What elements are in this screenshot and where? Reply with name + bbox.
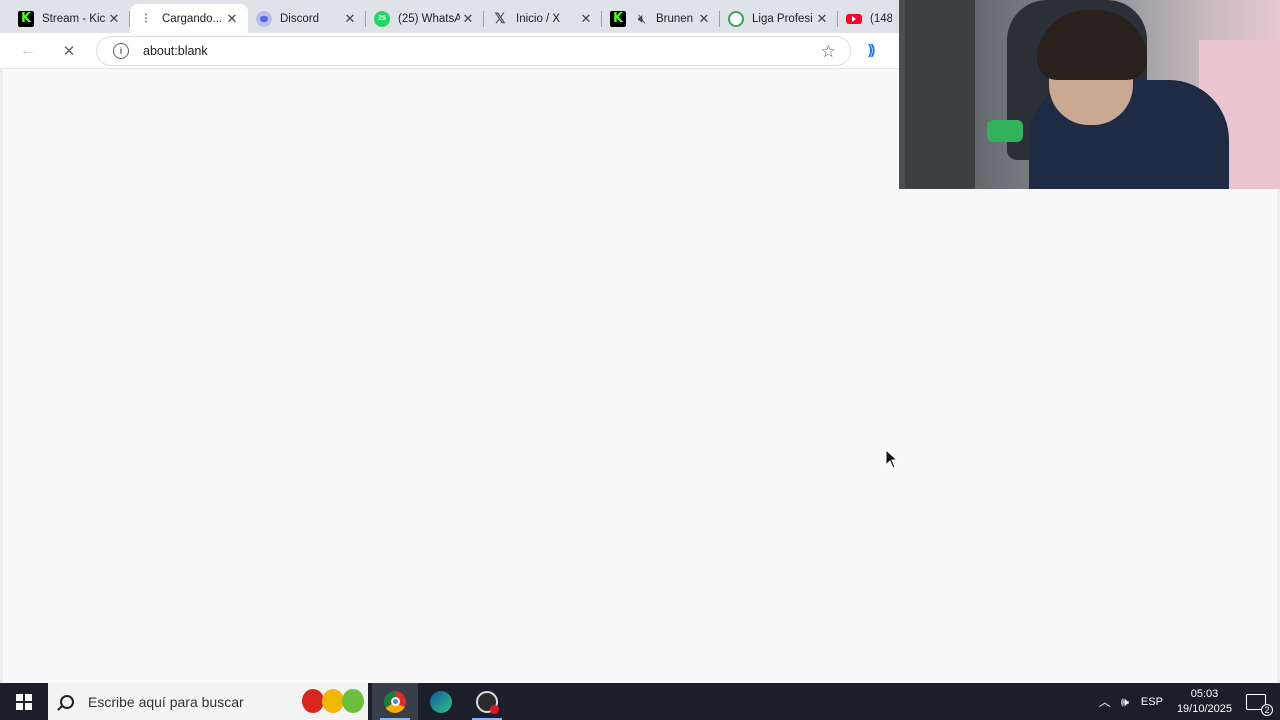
- muted-speaker-icon[interactable]: 🔇︎: [634, 11, 650, 27]
- whatsapp-icon: 25: [374, 10, 390, 27]
- webcam-door: [905, 0, 975, 189]
- windows-logo-icon: [16, 693, 32, 710]
- close-icon[interactable]: ✕: [696, 11, 712, 27]
- discord-icon: [256, 10, 272, 27]
- stop-loading-button[interactable]: ✕: [57, 39, 81, 63]
- volume-icon[interactable]: 🕪︎: [1121, 694, 1129, 710]
- chrome-icon: [384, 690, 406, 713]
- kick-icon: K: [18, 10, 34, 27]
- close-icon[interactable]: ✕: [814, 11, 830, 27]
- taskbar-chrome[interactable]: [372, 683, 418, 720]
- search-placeholder: Escribe aquí para buscar: [88, 693, 244, 710]
- tab-brunen[interactable]: K 🔇︎ Brunen ✕: [602, 4, 720, 33]
- taskbar-edge[interactable]: [418, 683, 464, 720]
- site-info-icon[interactable]: i: [113, 43, 129, 59]
- close-icon[interactable]: ✕: [460, 11, 476, 27]
- tab-liga[interactable]: Liga Profesi ✕: [720, 4, 838, 33]
- address-url[interactable]: about:blank: [143, 44, 208, 58]
- tab-title: (25) WhatsA: [398, 12, 460, 25]
- close-icon[interactable]: ✕: [106, 11, 122, 27]
- search-highlight-apples-icon: [302, 689, 364, 713]
- extension-icon[interactable]: )): [868, 41, 875, 57]
- tab-stream-kick[interactable]: K Stream - Kic ✕: [0, 4, 130, 33]
- youtube-icon: [846, 13, 862, 24]
- tab-discord[interactable]: Discord ✕: [248, 4, 366, 33]
- loading-icon: ⋮: [141, 13, 151, 24]
- taskbar: Escribe aquí para buscar ︿ 🕪︎ ESP 05:03 …: [0, 683, 1280, 720]
- tab-title: Liga Profesi: [752, 12, 813, 25]
- tab-x[interactable]: 𝕏 Inicio / X ✕: [484, 4, 602, 33]
- webcam-green-object: [987, 120, 1023, 142]
- taskbar-obs[interactable]: [464, 683, 510, 720]
- tab-title: Inicio / X: [516, 12, 561, 25]
- clock[interactable]: 05:03 19/10/2025: [1177, 687, 1232, 717]
- tab-youtube[interactable]: (1481: [838, 4, 900, 33]
- notification-badge: 2: [1261, 703, 1273, 716]
- search-icon: [60, 694, 74, 709]
- mouse-cursor-icon: [885, 449, 899, 469]
- language-indicator[interactable]: ESP: [1141, 696, 1163, 708]
- close-icon[interactable]: ✕: [224, 11, 240, 27]
- x-icon: 𝕏: [494, 10, 506, 26]
- back-button[interactable]: ←: [16, 39, 40, 63]
- webcam-overlay: [899, 0, 1280, 189]
- close-icon[interactable]: ✕: [578, 11, 594, 27]
- tab-cargando[interactable]: ⋮ Cargando... ✕: [130, 4, 248, 33]
- taskbar-search[interactable]: Escribe aquí para buscar: [48, 683, 368, 720]
- clock-time: 05:03: [1190, 687, 1219, 700]
- obs-icon: [476, 690, 499, 714]
- edge-icon: [430, 690, 452, 713]
- clock-date: 19/10/2025: [1176, 702, 1232, 715]
- notification-center-icon[interactable]: 2: [1246, 693, 1273, 716]
- chevron-up-icon[interactable]: ︿: [1099, 693, 1111, 710]
- liga-icon: [728, 10, 744, 27]
- tab-whatsapp[interactable]: 25 (25) WhatsA ✕: [366, 4, 484, 33]
- start-button[interactable]: [0, 683, 48, 720]
- tab-title: Discord: [280, 12, 319, 25]
- tab-title: Stream - Kic: [42, 12, 106, 25]
- address-bar[interactable]: i about:blank ☆: [96, 36, 851, 66]
- bookmark-star-icon[interactable]: ☆: [821, 42, 836, 62]
- tab-title: (1481: [870, 12, 892, 25]
- tab-title: Cargando...: [162, 12, 223, 25]
- close-icon[interactable]: ✕: [342, 11, 358, 27]
- tab-title: Brunen: [656, 12, 694, 25]
- kick-icon: K: [610, 10, 626, 27]
- system-tray: ︿ 🕪︎ ESP 05:03 19/10/2025 2: [1099, 683, 1280, 720]
